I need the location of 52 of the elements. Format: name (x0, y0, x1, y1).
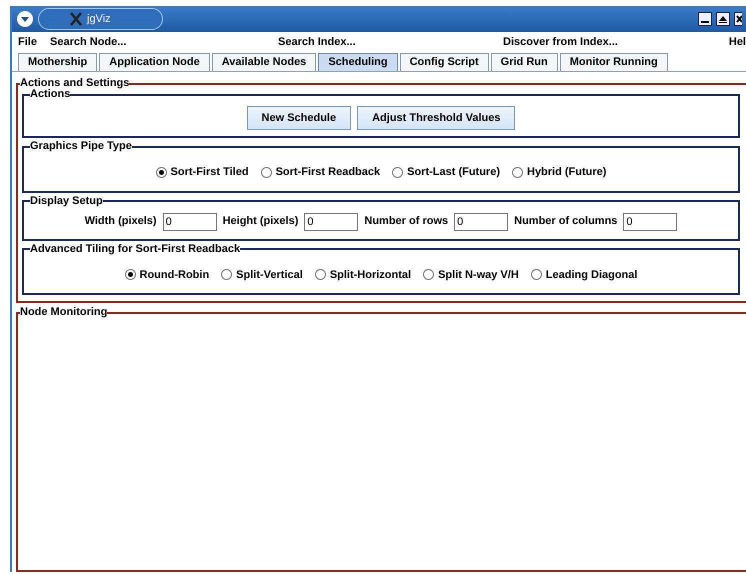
menu-item[interactable]: Search Index... (278, 34, 503, 50)
menu-item[interactable]: Hel (728, 34, 746, 50)
close-icon[interactable] (734, 12, 742, 26)
radio-button[interactable]: Hybrid (Future) (512, 164, 606, 180)
maximize-icon[interactable] (716, 12, 730, 26)
input-field[interactable]: 0 (623, 212, 678, 230)
field-label: Width (pixels) (84, 214, 157, 230)
tab[interactable]: Mothership (18, 53, 98, 71)
tab[interactable]: Application Node (99, 53, 210, 71)
radio-icon[interactable] (392, 166, 404, 178)
radio-button[interactable]: Sort-First Tiled (156, 164, 249, 180)
window-title: jgViz (87, 12, 111, 27)
group-title: Actions (30, 89, 70, 100)
action-button[interactable]: New Schedule (246, 106, 352, 130)
action-button[interactable]: Adjust Threshold Values (357, 106, 516, 130)
tab[interactable]: Scheduling (318, 53, 398, 71)
radio-button[interactable]: Sort-Last (Future) (392, 164, 500, 180)
field-label: Height (pixels) (222, 214, 298, 230)
radio-button[interactable]: Split-Horizontal (314, 266, 412, 283)
radio-button[interactable]: Leading Diagonal (530, 266, 638, 283)
radio-button[interactable]: Sort-First Readback (260, 164, 380, 180)
menu-item[interactable]: Discover from Index... (503, 34, 728, 50)
group-title: Advanced Tiling for Sort-First Readback (30, 244, 240, 254)
tab[interactable]: Config Script (400, 53, 489, 71)
radio-button[interactable]: Split-Vertical (221, 266, 303, 283)
tab[interactable]: Available Nodes (212, 53, 316, 71)
dropdown-icon[interactable] (16, 10, 34, 28)
input-field[interactable]: 0 (162, 212, 217, 230)
tab[interactable]: Grid Run (490, 53, 558, 71)
input-field[interactable]: 0 (304, 212, 358, 230)
field-label: Number of rows (364, 214, 448, 230)
radio-icon[interactable] (314, 269, 326, 280)
radio-icon[interactable] (221, 269, 232, 280)
radio-button[interactable]: Split N-way V/H (423, 266, 519, 283)
group-title: Actions and Settings (20, 78, 130, 89)
menu-item[interactable]: Search Node... (50, 34, 278, 50)
radio-icon[interactable] (423, 269, 434, 280)
radio-icon[interactable] (530, 269, 542, 280)
minimize-icon[interactable] (698, 12, 712, 26)
group-title: Display Setup (30, 196, 103, 206)
group-title: Graphics Pipe Type (30, 141, 132, 152)
radio-icon[interactable] (124, 269, 136, 280)
field-label: Number of columns (514, 214, 618, 230)
tab[interactable]: Monitor Running (560, 53, 668, 71)
radio-button[interactable]: Round-Robin (124, 266, 210, 283)
group-title: Node Monitoring (20, 307, 108, 318)
radio-icon[interactable] (512, 166, 523, 178)
radio-icon[interactable] (156, 166, 167, 178)
menu-item[interactable]: File (12, 34, 50, 50)
radio-icon[interactable] (260, 166, 272, 178)
input-field[interactable]: 0 (454, 212, 508, 230)
x-logo-icon (69, 12, 83, 26)
